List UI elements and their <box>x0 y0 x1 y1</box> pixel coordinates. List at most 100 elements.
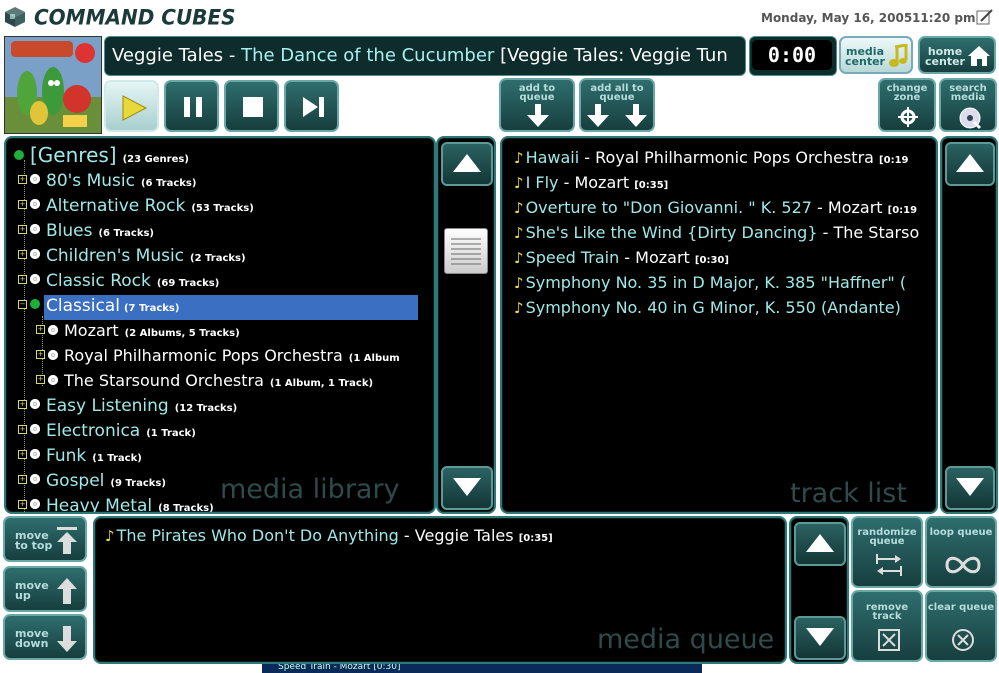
tree-item-royal-philharmonic[interactable]: + Royal Philharmonic Pops Orchestra (1 Alb… <box>36 345 400 367</box>
tree-root-genres[interactable]: [Genres] (23 Genres) <box>14 144 189 166</box>
queue-item[interactable]: ♪ The Pirates Who Don't Do Anything - Veg… <box>105 524 765 548</box>
expand-icon[interactable]: + <box>18 449 27 459</box>
tree-item-childrens-music[interactable]: + Children's Music (2 Tracks) <box>18 245 246 267</box>
expand-icon[interactable]: + <box>36 325 45 334</box>
expand-icon[interactable]: + <box>18 224 27 234</box>
tree-item-80s-music[interactable]: +80's Music (6 Tracks) <box>18 170 196 192</box>
music-note-icon: ♪ <box>514 274 524 292</box>
expand-icon[interactable]: + <box>18 424 27 434</box>
media-center-button[interactable]: media center <box>839 36 913 74</box>
queue-scrollbar[interactable] <box>789 516 849 664</box>
tree-item-electronica[interactable]: + Electronica (1 Track) <box>18 420 196 442</box>
infinity-loop-icon <box>945 556 981 574</box>
home-center-button[interactable]: home center <box>918 36 996 74</box>
tree-item-classic-rock[interactable]: + Classic Rock (69 Tracks) <box>18 270 219 292</box>
track-scroll-up-button[interactable] <box>945 142 995 186</box>
move-to-top-button[interactable]: move to top <box>3 516 87 562</box>
expand-icon[interactable]: + <box>36 350 45 359</box>
media-queue-watermark: media queue <box>597 624 775 655</box>
tree-item-mozart[interactable]: + Mozart (2 Albums, 5 Tracks) <box>36 320 240 342</box>
disc-icon <box>30 449 40 459</box>
play-button[interactable] <box>104 80 159 132</box>
search-media-label: search media <box>949 83 987 103</box>
disc-icon <box>30 224 40 234</box>
arrow-up-icon <box>57 578 77 604</box>
album-art <box>4 36 102 134</box>
expand-icon[interactable]: + <box>18 499 27 509</box>
tree-item-gospel[interactable]: + Gospel (9 Tracks) <box>18 470 166 492</box>
skip-next-icon <box>303 97 324 117</box>
tree-item-heavy-metal[interactable]: + Heavy Metal (8 Tracks) <box>18 495 214 512</box>
track-row[interactable]: ♪ Speed Train - Mozart [0:30] <box>514 246 926 270</box>
now-playing-artist: Veggie Tales <box>112 45 224 66</box>
track-row[interactable]: ♪ I Fly - Mozart [0:35] <box>514 171 926 195</box>
loop-queue-label: loop queue <box>929 527 993 538</box>
library-scrollbar[interactable] <box>436 136 496 514</box>
disc-icon <box>30 249 40 259</box>
track-row[interactable]: ♪ Symphony No. 35 in D Major, K. 385 "Haf… <box>514 271 926 295</box>
elapsed-time: 0:00 <box>752 40 832 70</box>
disc-icon <box>30 199 40 209</box>
arrow-down-icon <box>527 104 549 127</box>
add-all-to-queue-button[interactable]: add all to queue <box>579 78 655 132</box>
move-up-button[interactable]: move up <box>3 566 87 612</box>
edit-icon[interactable] <box>976 8 994 26</box>
expand-icon[interactable]: + <box>18 174 27 184</box>
music-note-icon: ♪ <box>105 527 115 545</box>
disc-icon <box>30 299 40 309</box>
music-note-icon: ♪ <box>514 174 524 192</box>
track-row[interactable]: ♪ She's Like the Wind {Dirty Dancing} - T… <box>514 221 926 245</box>
track-row[interactable]: ♪ Overture to "Don Giovanni. " K. 527 - M… <box>514 196 926 220</box>
search-media-button[interactable]: search media <box>939 78 997 132</box>
triangle-down-icon <box>956 478 984 496</box>
collapse-icon[interactable]: − <box>18 299 27 309</box>
expand-icon[interactable]: + <box>18 399 27 409</box>
library-scroll-down-button[interactable] <box>441 466 493 510</box>
expand-icon[interactable]: + <box>18 199 27 209</box>
music-note-icon <box>889 44 908 67</box>
disc-icon <box>30 499 40 509</box>
now-playing-separator: - <box>223 45 242 66</box>
queue-scroll-down-button[interactable] <box>794 616 846 660</box>
queue-scroll-up-button[interactable] <box>794 522 846 566</box>
expand-icon[interactable]: + <box>18 274 27 284</box>
randomize-queue-button[interactable]: randomize queue <box>851 516 923 588</box>
stop-button[interactable] <box>224 80 279 132</box>
music-note-icon: ♪ <box>514 299 524 317</box>
disc-icon <box>30 474 40 484</box>
expand-icon[interactable]: + <box>18 474 27 484</box>
change-zone-button[interactable]: change zone <box>878 78 936 132</box>
library-scroll-thumb[interactable] <box>444 228 488 274</box>
track-list-scrollbar[interactable] <box>940 136 998 514</box>
disc-icon <box>48 349 58 360</box>
loop-queue-button[interactable]: loop queue <box>925 516 997 588</box>
tree-item-starsound-orchestra[interactable]: + The Starsound Orchestra (1 Album, 1 Trac… <box>36 370 373 392</box>
clear-queue-button[interactable]: clear queue <box>925 590 997 662</box>
track-list-watermark: track list <box>790 478 907 509</box>
library-scroll-up-button[interactable] <box>441 142 493 186</box>
track-list-panel: ♪ Hawaii - Royal Philharmonic Pops Orches… <box>500 136 938 514</box>
triangle-up-icon <box>806 534 834 552</box>
music-note-icon: ♪ <box>514 224 524 242</box>
move-down-button[interactable]: move down <box>3 614 87 660</box>
track-row[interactable]: ♪ Hawaii - Royal Philharmonic Pops Orches… <box>514 146 926 170</box>
tree-item-alternative-rock[interactable]: + Alternative Rock (53 Tracks) <box>18 195 254 217</box>
tree-item-classical[interactable]: − Classical (7 Tracks) <box>18 295 424 320</box>
remove-track-button[interactable]: remove track <box>851 590 923 662</box>
expand-icon[interactable]: + <box>18 249 27 259</box>
tree-item-blues[interactable]: + Blues (6 Tracks) <box>18 220 154 242</box>
cube-logo-icon <box>5 7 25 27</box>
tree-item-easy-listening[interactable]: + Easy Listening (12 Tracks) <box>18 395 237 417</box>
triangle-down-icon <box>806 628 834 646</box>
expand-icon[interactable]: + <box>36 375 45 384</box>
next-track-button[interactable] <box>284 80 339 132</box>
track-row[interactable]: ♪ Symphony No. 40 in G Minor, K. 550 (And… <box>514 296 926 320</box>
move-down-label: move down <box>15 627 49 650</box>
disc-icon <box>30 174 40 184</box>
add-to-queue-button[interactable]: add to queue <box>499 78 575 132</box>
remove-box-icon <box>878 629 900 651</box>
track-scroll-down-button[interactable] <box>945 466 995 510</box>
tree-item-funk[interactable]: + Funk (1 Track) <box>18 445 142 467</box>
stop-icon <box>243 97 263 117</box>
pause-button[interactable] <box>164 80 219 132</box>
